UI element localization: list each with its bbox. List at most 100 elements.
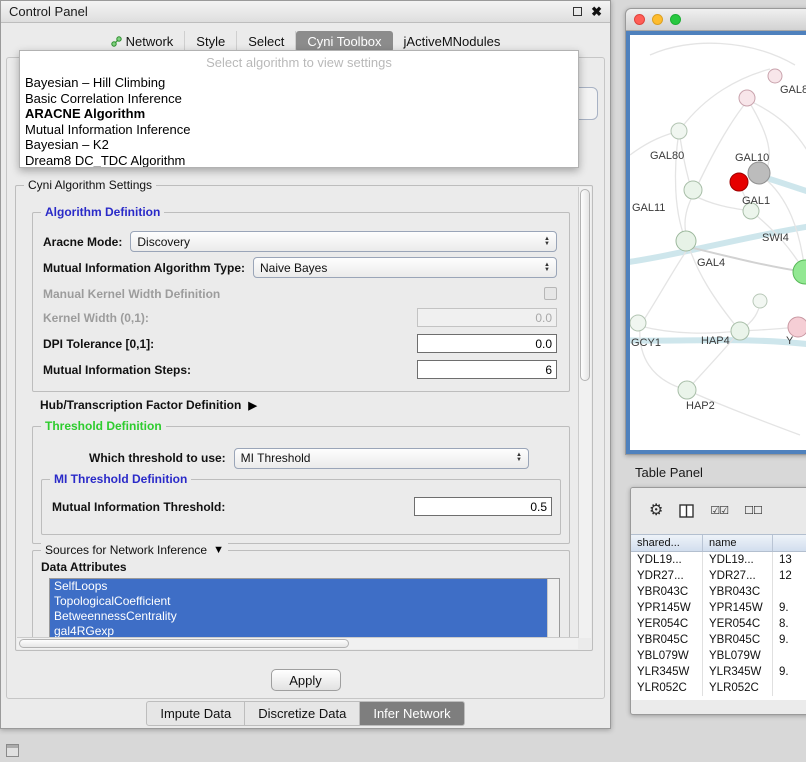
network-node[interactable] [684,181,702,199]
network-node[interactable] [630,315,646,331]
sources-title-toggle[interactable]: Sources for Network Inference ▼ [41,543,228,557]
table-row[interactable]: YBL079W YBL079W [631,648,806,664]
tab-style[interactable]: Style [185,31,237,52]
aracne-mode-value: Discovery [137,235,190,249]
network-node[interactable] [768,69,782,83]
columns-icon[interactable] [679,504,694,518]
list-item[interactable]: TopologicalCoefficient [50,594,547,609]
threshold-definition-group: Threshold Definition Which threshold to … [32,426,570,544]
cell: YLR345W [631,664,703,680]
data-attributes-label: Data Attributes [41,560,127,574]
table-body: YDL19... YDL19... 13 YDR27... YDR27... 1… [631,552,806,700]
close-traffic-light[interactable] [634,14,645,25]
deselect-all-rows-icon[interactable]: ☐☐ [744,503,762,519]
algorithm-option[interactable]: Basic Correlation Inference [20,91,578,107]
sources-group: Sources for Network Inference ▼ Data Att… [32,550,570,640]
zoom-traffic-light[interactable] [670,14,681,25]
close-icon[interactable]: ✖ [591,7,602,17]
table-row[interactable]: YDL19... YDL19... 13 [631,552,806,568]
cell: YBR043C [703,584,773,600]
network-node[interactable] [793,260,806,284]
table-row[interactable]: YLR345W YLR345W 9. [631,664,806,680]
select-all-rows-icon[interactable]: ☑☑ [710,503,728,519]
gear-icon[interactable]: ⚙ [649,503,663,519]
mi-type-select[interactable]: Naive Bayes ▲▼ [253,257,557,278]
tab-impute-data[interactable]: Impute Data [146,701,245,726]
table-row[interactable]: YBR045C YBR045C 9. [631,632,806,648]
cell: 9. [773,664,806,680]
table-row[interactable]: YLR052C YLR052C [631,680,806,696]
hub-definition-toggle[interactable]: Hub/Transcription Factor Definition ▶ [40,398,257,412]
scrollbar-thumb[interactable] [19,639,349,648]
table-row[interactable]: YBR043C YBR043C [631,584,806,600]
network-canvas[interactable]: GAL8 GAL80 GAL10 GAL11 GAL1 SWI4 GAL4 GC… [630,35,806,450]
attributes-list-scrollbar[interactable] [547,579,559,639]
cell: YBR043C [631,584,703,600]
column-header-name[interactable]: name [703,535,773,551]
combo-arrows-icon: ▲▼ [538,237,550,247]
minimize-traffic-light[interactable] [652,14,663,25]
mi-threshold-field[interactable] [414,497,552,516]
which-threshold-value: MI Threshold [241,451,311,465]
cell: YDL19... [631,552,703,568]
network-node[interactable] [731,322,749,340]
dpi-tolerance-field[interactable] [417,334,557,353]
which-threshold-select[interactable]: MI Threshold ▲▼ [234,448,529,469]
table-row[interactable]: YER054C YER054C 8. [631,616,806,632]
settings-vertical-scrollbar[interactable] [578,187,591,638]
mi-type-label: Mutual Information Algorithm Type: [43,261,245,275]
tab-infer-network[interactable]: Infer Network [360,701,464,726]
control-panel-titlebar: Control Panel ✖ [1,1,610,23]
settings-horizontal-scrollbar[interactable] [17,637,578,649]
tab-select[interactable]: Select [237,31,296,52]
network-node[interactable] [788,317,806,337]
mi-steps-field[interactable] [417,360,557,379]
scrollbar-thumb[interactable] [580,189,590,381]
network-node[interactable] [739,90,755,106]
network-node[interactable] [671,123,687,139]
node-label: GAL11 [632,202,665,214]
aracne-mode-select[interactable]: Discovery ▲▼ [130,231,557,252]
apply-button[interactable]: Apply [271,669,341,691]
cell: YBR045C [631,632,703,648]
column-header-extra[interactable] [773,535,806,551]
cell: 9. [773,600,806,616]
network-node[interactable] [678,381,696,399]
mi-threshold-definition-title: MI Threshold Definition [50,472,191,486]
tab-jactivemnodules[interactable]: jActiveMNodules [393,31,512,52]
column-header-shared-name[interactable]: shared... [631,535,703,551]
algorithm-option[interactable]: Bayesian – K2 [20,137,578,153]
collapsed-panel-icon[interactable] [6,744,19,757]
table-toolbar: ⚙ ☑☑ ☐☐ [631,488,806,534]
algorithm-option[interactable]: Bayesian – Hill Climbing [20,75,578,91]
node-label: HAP4 [701,335,730,347]
data-attributes-list[interactable]: SelfLoops TopologicalCoefficient Between… [49,578,560,640]
node-label: GAL80 [650,150,684,162]
cell: 8. [773,616,806,632]
float-window-icon[interactable] [573,7,582,16]
network-node[interactable] [753,294,767,308]
network-window-titlebar[interactable] [626,9,806,31]
list-item[interactable]: SelfLoops [50,579,547,594]
algorithm-option[interactable]: Mutual Information Inference [20,122,578,138]
tab-network[interactable]: Network [100,31,186,52]
algorithm-dropdown-prompt: Select algorithm to view settings [20,51,578,75]
aracne-mode-label: Aracne Mode: [43,235,122,249]
cell [773,648,806,664]
table-row[interactable]: YPR145W YPR145W 9. [631,600,806,616]
list-item[interactable]: BetweennessCentrality [50,609,547,624]
network-node[interactable] [748,162,770,184]
table-header: shared... name [631,534,806,552]
table-row[interactable]: YDR27... YDR27... 12 [631,568,806,584]
algorithm-option-highlighted[interactable]: ARACNE Algorithm [20,106,578,122]
manual-kernel-checkbox[interactable] [544,287,557,300]
algorithm-dropdown-popup: Select algorithm to view settings Bayesi… [19,50,579,168]
cell: YLR052C [703,680,773,696]
algorithm-option[interactable]: Dream8 DC_TDC Algorithm [20,153,578,169]
tab-discretize-data[interactable]: Discretize Data [245,701,360,726]
network-node-selected[interactable] [730,173,748,191]
tab-cyni-toolbox[interactable]: Cyni Toolbox [296,31,392,52]
mi-threshold-row: Mutual Information Threshold: [52,496,552,517]
network-node[interactable] [676,231,696,251]
cell [773,680,806,696]
